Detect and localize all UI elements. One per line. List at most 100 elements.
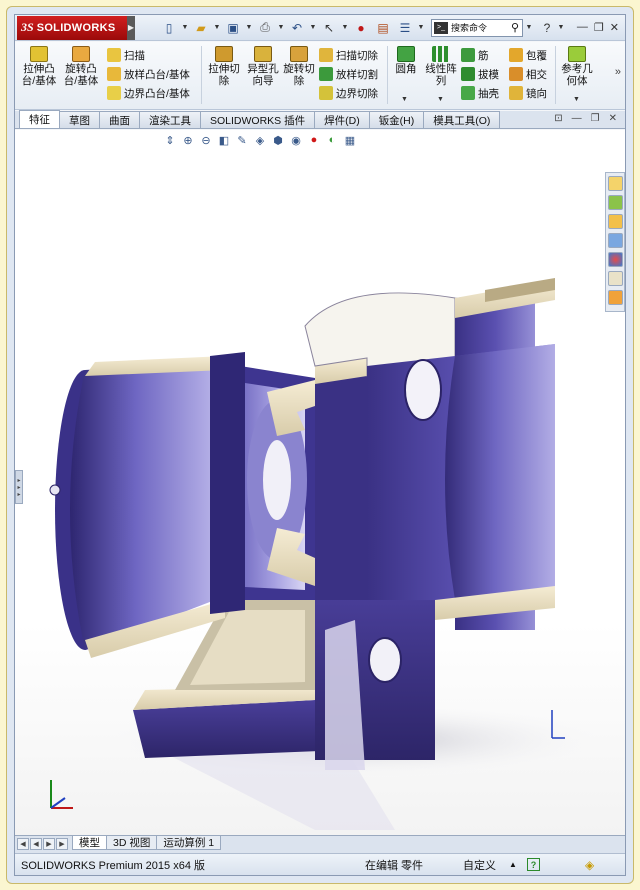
loft-boss-button[interactable]: 放样凸台/基体 (107, 65, 190, 83)
help-icon[interactable]: ? (537, 18, 557, 38)
wrap-button[interactable]: 包覆 (509, 46, 547, 64)
section-view-icon[interactable]: ◧ (217, 133, 231, 147)
lofted-cut-button[interactable]: 放样切割 (319, 65, 378, 83)
doc-restore-icon[interactable]: ❐ (591, 113, 600, 124)
last-tab-arrow-icon[interactable]: ▶ (56, 838, 68, 850)
mirror-button[interactable]: 镜向 (509, 84, 547, 102)
undo-icon[interactable]: ↶ (287, 18, 307, 38)
unit-system[interactable]: 自定义 (463, 857, 496, 873)
help-dropdown-icon[interactable]: ▼ (557, 24, 565, 31)
draft-button[interactable]: 拔模 (461, 65, 499, 83)
linear-pattern-button[interactable]: 线性阵列 (423, 46, 459, 87)
minimize-icon[interactable]: — (577, 21, 588, 34)
solidworks-resources-icon[interactable] (607, 176, 623, 191)
tab-render-tools[interactable]: 渲染工具 (139, 111, 201, 128)
apply-scene-icon[interactable]: ◐ (325, 133, 339, 147)
previous-view-icon[interactable]: ⊖ (199, 133, 213, 147)
close-icon[interactable]: ✕ (610, 21, 619, 34)
extrude-boss-button[interactable]: 拉伸凸台/基体 (19, 46, 59, 87)
command-tabs: 特征 草图 曲面 渲染工具 SOLIDWORKS 插件 焊件(D) 钣金(H) … (15, 110, 625, 129)
undo-dropdown-icon[interactable]: ▼ (309, 24, 317, 31)
tab-3d-views[interactable]: 3D 视图 (106, 836, 158, 850)
menu-expand-arrow-icon[interactable]: ▶ (127, 15, 135, 40)
zoom-to-area-icon[interactable]: ⊕ (181, 133, 195, 147)
tab-surfaces[interactable]: 曲面 (99, 111, 140, 128)
rebuild-traffic-light-icon[interactable]: ● (351, 18, 371, 38)
boundary-cut-button[interactable]: 边界切除 (319, 84, 378, 102)
intersect-button[interactable]: 相交 (509, 65, 547, 83)
task-pane-tabs (605, 172, 625, 312)
document-window-controls: ⊡ — ❐ ✕ (554, 113, 617, 124)
boundary-boss-button[interactable]: 边界凸台/基体 (107, 84, 190, 102)
tab-model[interactable]: 模型 (72, 836, 107, 850)
shell-button[interactable]: 抽壳 (461, 84, 499, 102)
open-folder-icon[interactable]: ▰ (191, 18, 211, 38)
view-orientation-icon[interactable]: ◈ (253, 133, 267, 147)
tag-icon[interactable]: ◈ (585, 858, 594, 872)
prev-tab-arrow-icon[interactable]: ◀ (30, 838, 42, 850)
ref-geometry-dropdown-icon[interactable]: ▼ (573, 96, 580, 103)
reference-geometry-button[interactable]: 参考几何体 (559, 46, 595, 87)
revolve-boss-button[interactable]: 旋转凸台/基体 (61, 46, 101, 87)
feature-manager-panel-handle[interactable]: ▸ ▸ ▸ (15, 470, 23, 504)
zoom-to-fit-icon[interactable]: ⇕ (163, 133, 177, 147)
fillet-dropdown-icon[interactable]: ▼ (401, 96, 408, 103)
search-dropdown-icon[interactable]: ▼ (525, 24, 533, 31)
tab-sketch[interactable]: 草图 (59, 111, 100, 128)
design-library-icon[interactable] (607, 195, 623, 210)
tab-features[interactable]: 特征 (19, 110, 60, 128)
tab-motion-study[interactable]: 运动算例 1 (156, 836, 222, 850)
hole-wizard-button[interactable]: 异型孔向导 (243, 46, 283, 87)
forum-icon[interactable] (607, 290, 623, 305)
save-icon[interactable]: ▣ (223, 18, 243, 38)
graphics-area[interactable]: ⇕ ⊕ ⊖ ◧ ✎ ◈ ⬢ ◉ ● ◐ ▦ ▸ ▸ ▸ (15, 130, 625, 835)
file-explorer-icon[interactable] (607, 214, 623, 229)
revolve-cut-label: 旋转切除 (283, 63, 315, 87)
new-dropdown-icon[interactable]: ▼ (181, 24, 189, 31)
select-arrow-icon[interactable]: ↖ (319, 18, 339, 38)
solidworks-logo[interactable]: 3S SOLIDWORKS (17, 15, 127, 40)
hide-show-items-icon[interactable]: ◉ (289, 133, 303, 147)
swept-cut-button[interactable]: 扫描切除 (319, 46, 378, 64)
file-properties-icon[interactable]: ▤ (373, 18, 393, 38)
housing-part-model[interactable] (15, 130, 627, 850)
rib-button[interactable]: 筋 (461, 46, 489, 64)
select-dropdown-icon[interactable]: ▼ (341, 24, 349, 31)
edit-state: 在编辑 零件 (365, 859, 424, 872)
fillet-button[interactable]: 圆角 (391, 46, 421, 75)
extrude-cut-button[interactable]: 拉伸切除 (205, 46, 243, 87)
options-dropdown-icon[interactable]: ▼ (417, 24, 425, 31)
open-dropdown-icon[interactable]: ▼ (213, 24, 221, 31)
options-icon[interactable]: ☰ (395, 18, 415, 38)
print-dropdown-icon[interactable]: ▼ (277, 24, 285, 31)
ribbon-separator (555, 46, 556, 104)
view-palette-icon[interactable] (607, 233, 623, 248)
tab-weldments[interactable]: 焊件(D) (314, 111, 370, 128)
sweep-button[interactable]: 扫描 (107, 46, 145, 64)
dynamic-annotation-icon[interactable]: ✎ (235, 133, 249, 147)
pattern-dropdown-icon[interactable]: ▼ (437, 96, 444, 103)
tab-mold-tools[interactable]: 模具工具(O) (423, 111, 501, 128)
doc-close-icon[interactable]: ✕ (609, 113, 617, 124)
unit-system-caret-icon[interactable]: ▲ (509, 860, 517, 869)
custom-properties-icon[interactable] (607, 271, 623, 286)
revolve-cut-button[interactable]: 旋转切除 (281, 46, 317, 87)
display-style-icon[interactable]: ⬢ (271, 133, 285, 147)
appearances-icon[interactable] (607, 252, 623, 267)
search-icon[interactable]: ⚲ (511, 21, 519, 34)
save-dropdown-icon[interactable]: ▼ (245, 24, 253, 31)
ribbon-more-button[interactable]: » (615, 66, 621, 78)
tile-icon[interactable]: ⊡ (554, 113, 562, 124)
quick-tips-help-icon[interactable]: ? (527, 858, 540, 871)
view-settings-icon[interactable]: ▦ (343, 133, 357, 147)
doc-minimize-icon[interactable]: — (572, 113, 582, 124)
edit-appearance-icon[interactable]: ● (307, 133, 321, 147)
new-document-icon[interactable]: ▯ (159, 18, 179, 38)
next-tab-arrow-icon[interactable]: ▶ (43, 838, 55, 850)
print-icon[interactable]: ⎙ (255, 18, 275, 38)
first-tab-arrow-icon[interactable]: ◀ (17, 838, 29, 850)
command-search-box[interactable]: >_ 搜索命令 ⚲ (431, 18, 523, 37)
tab-sheet-metal[interactable]: 钣金(H) (368, 111, 425, 128)
restore-icon[interactable]: ❐ (594, 21, 604, 34)
tab-addins[interactable]: SOLIDWORKS 插件 (200, 111, 316, 128)
